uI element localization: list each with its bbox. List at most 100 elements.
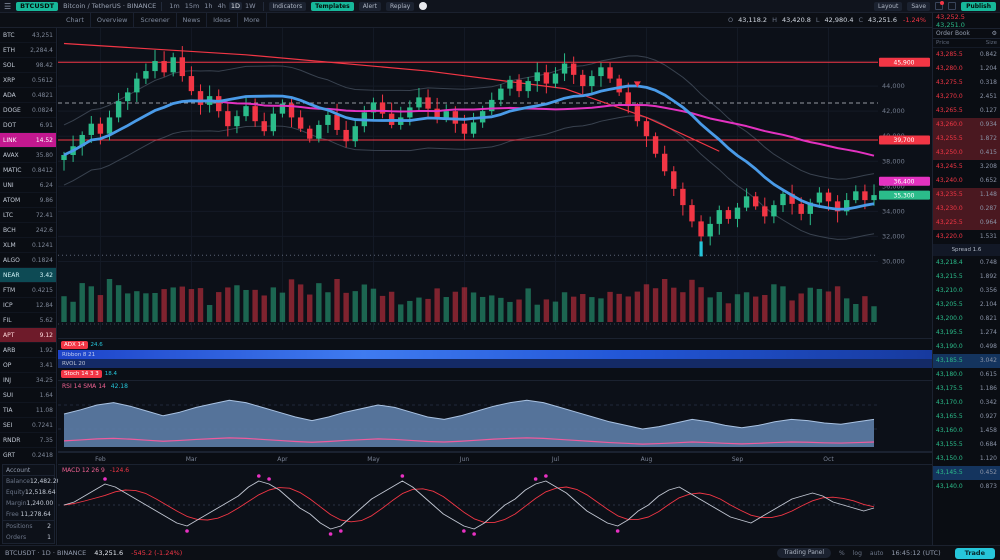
layout-button[interactable]: Layout (874, 2, 902, 11)
time-axis[interactable]: FebMarAprMayJunJulAugSepOct (58, 452, 932, 465)
menu-icon[interactable]: ☰ (4, 0, 11, 13)
watchlist-item-grt[interactable]: GRT0.2418 (0, 448, 56, 460)
tab-screener[interactable]: Screener (134, 13, 176, 28)
watchlist-item-tia[interactable]: TIA11.08 (0, 403, 56, 418)
watchlist-item-xrp[interactable]: XRP0.5612 (0, 73, 56, 88)
indicator-strip-ribbon[interactable]: Ribbon 8 21 (58, 350, 932, 359)
chart-area[interactable]: 30,00032,00034,00036,00038,00040,00042,0… (58, 28, 932, 545)
orderbook-ask-row[interactable]: 43,255.51.872 (933, 132, 1000, 146)
orderbook-bid-row[interactable]: 43,205.52.104 (933, 298, 1000, 312)
orderbook-ask-row[interactable]: 43,230.00.287 (933, 202, 1000, 216)
timeframe-1h[interactable]: 1h (202, 2, 214, 10)
bell-icon[interactable] (935, 2, 943, 10)
watchlist-item-btc[interactable]: BTC43,251 (0, 28, 56, 43)
orderbook-ask-row[interactable]: 43,220.01.531 (933, 230, 1000, 244)
scale-log-toggle[interactable]: log (853, 550, 862, 557)
watchlist-item-matic[interactable]: MATIC0.8412 (0, 163, 56, 178)
orderbook-bid-row[interactable]: 43,200.00.821 (933, 312, 1000, 326)
watchlist-item-sol[interactable]: SOL98.42 (0, 58, 56, 73)
watchlist-item-sei[interactable]: SEI0.7241 (0, 418, 56, 433)
orderbook-bid-row[interactable]: 43,140.00.873 (933, 480, 1000, 494)
tab-overview[interactable]: Overview (91, 13, 135, 28)
watchlist-item-link[interactable]: LINK14.52 (0, 133, 56, 148)
watchlist-item-fil[interactable]: FIL5.62 (0, 313, 56, 328)
watchlist-item-bch[interactable]: BCH242.6 (0, 223, 56, 238)
trade-button[interactable]: Trade (955, 548, 995, 559)
tab-more[interactable]: More (238, 13, 267, 28)
timeframe-1W[interactable]: 1W (243, 2, 258, 10)
watchlist-item-arb[interactable]: ARB1.92 (0, 343, 56, 358)
tab-news[interactable]: News (177, 13, 208, 28)
save-button[interactable]: Save (907, 2, 930, 11)
orderbook-ask-row[interactable]: 43,250.00.415 (933, 146, 1000, 160)
timeframe-4h[interactable]: 4h (216, 2, 228, 10)
scale-auto-toggle[interactable]: auto (870, 550, 884, 557)
orderbook-ask-row[interactable]: 43,265.50.127 (933, 104, 1000, 118)
orderbook-ask-row[interactable]: 43,225.50.964 (933, 216, 1000, 230)
macd-panel[interactable]: MACD 12 26 9 -124.6 (58, 465, 932, 545)
orderbook-bid-row[interactable]: 43,185.53.042 (933, 354, 1000, 368)
avatar[interactable] (419, 2, 427, 10)
orderbook-bid-row[interactable]: 43,190.00.498 (933, 340, 1000, 354)
watchlist-item-icp[interactable]: ICP12.84 (0, 298, 56, 313)
orderbook-ask-row[interactable]: 43,275.50.318 (933, 76, 1000, 90)
indicator-strip-adx[interactable]: ADX 14 24.6 (58, 338, 932, 350)
orderbook-bid-row[interactable]: 43,170.00.342 (933, 396, 1000, 410)
watchlist-item-ftm[interactable]: FTM0.4215 (0, 283, 56, 298)
watchlist-item-algo[interactable]: ALGO0.1824 (0, 253, 56, 268)
indicators-button[interactable]: Indicators (269, 2, 307, 11)
watchlist-item-atom[interactable]: ATOM9.86 (0, 193, 56, 208)
templates-button[interactable]: Templates (311, 2, 354, 11)
watchlist-item-xlm[interactable]: XLM0.1241 (0, 238, 56, 253)
orderbook-ask-row[interactable]: 43,285.50.842 (933, 48, 1000, 62)
orderbook-bid-row[interactable]: 43,150.01.120 (933, 452, 1000, 466)
indicator-strip-rvol[interactable]: RVOL 20 (58, 359, 932, 368)
timeframe-1m[interactable]: 1m (167, 2, 181, 10)
orderbook-bid-row[interactable]: 43,160.01.458 (933, 424, 1000, 438)
orderbook-bid-row[interactable]: 43,155.50.684 (933, 438, 1000, 452)
positions-row[interactable]: Positions2 (3, 521, 54, 532)
orderbook-ask-row[interactable]: 43,240.00.652 (933, 174, 1000, 188)
indicator-strip-stoch[interactable]: Stoch 14 3 3 18.4 (58, 368, 932, 381)
orderbook-ask-row[interactable]: 43,270.02.451 (933, 90, 1000, 104)
orderbook-ask-row[interactable]: 43,235.51.148 (933, 188, 1000, 202)
watchlist-item-ltc[interactable]: LTC72.41 (0, 208, 56, 223)
orderbook-bid-row[interactable]: 43,165.50.927 (933, 410, 1000, 424)
watchlist-item-uni[interactable]: UNI6.24 (0, 178, 56, 193)
orderbook-bid-row[interactable]: 43,218.40.748 (933, 256, 1000, 270)
watchlist-item-doge[interactable]: DOGE0.0824 (0, 103, 56, 118)
orderbook-bid-row[interactable]: 43,145.50.452 (933, 466, 1000, 480)
timeframe-15m[interactable]: 15m (183, 2, 202, 10)
watchlist-item-ada[interactable]: ADA0.4821 (0, 88, 56, 103)
orderbook-ask-row[interactable]: 43,280.01.204 (933, 62, 1000, 76)
publish-button[interactable]: Publish (961, 2, 996, 11)
watchlist-item-dot[interactable]: DOT6.91 (0, 118, 56, 133)
watchlist-item-apt[interactable]: APT9.12 (0, 328, 56, 343)
orderbook-bid-row[interactable]: 43,210.00.356 (933, 284, 1000, 298)
tab-ideas[interactable]: Ideas (207, 13, 237, 28)
watchlist-item-sui[interactable]: SUI1.64 (0, 388, 56, 403)
watchlist-item-near[interactable]: NEAR3.42 (0, 268, 56, 283)
watchlist-item-inj[interactable]: INJ34.25 (0, 373, 56, 388)
orderbook-bid-row[interactable]: 43,175.51.186 (933, 382, 1000, 396)
replay-button[interactable]: Replay (386, 2, 414, 11)
settings-icon[interactable] (948, 2, 956, 10)
orderbook-ask-row[interactable]: 43,245.53.208 (933, 160, 1000, 174)
watchlist-item-eth[interactable]: ETH2,284.4 (0, 43, 56, 58)
positions-row[interactable]: Orders1 (3, 532, 54, 543)
tab-chart[interactable]: Chart (60, 13, 91, 28)
alert-button[interactable]: Alert (359, 2, 381, 11)
scale-percent-toggle[interactable]: % (839, 550, 845, 557)
timeframe-1D[interactable]: 1D (229, 2, 242, 10)
watchlist-item-rndr[interactable]: RNDR7.35 (0, 433, 56, 448)
trading-panel-button[interactable]: Trading Panel (777, 548, 831, 558)
watchlist-item-op[interactable]: OP3.41 (0, 358, 56, 373)
watchlist-item-avax[interactable]: AVAX35.80 (0, 148, 56, 163)
clock[interactable]: 16:45:12 (UTC) (891, 549, 940, 557)
orderbook-bid-row[interactable]: 43,180.00.615 (933, 368, 1000, 382)
rsi-panel[interactable]: RSI 14 SMA 14 42.18 (58, 381, 932, 452)
orderbook-settings-icon[interactable]: ⚙ (992, 29, 997, 38)
orderbook-ask-row[interactable]: 43,260.00.934 (933, 118, 1000, 132)
symbol-button[interactable]: BTCUSDT (16, 2, 58, 11)
orderbook-bid-row[interactable]: 43,215.51.892 (933, 270, 1000, 284)
